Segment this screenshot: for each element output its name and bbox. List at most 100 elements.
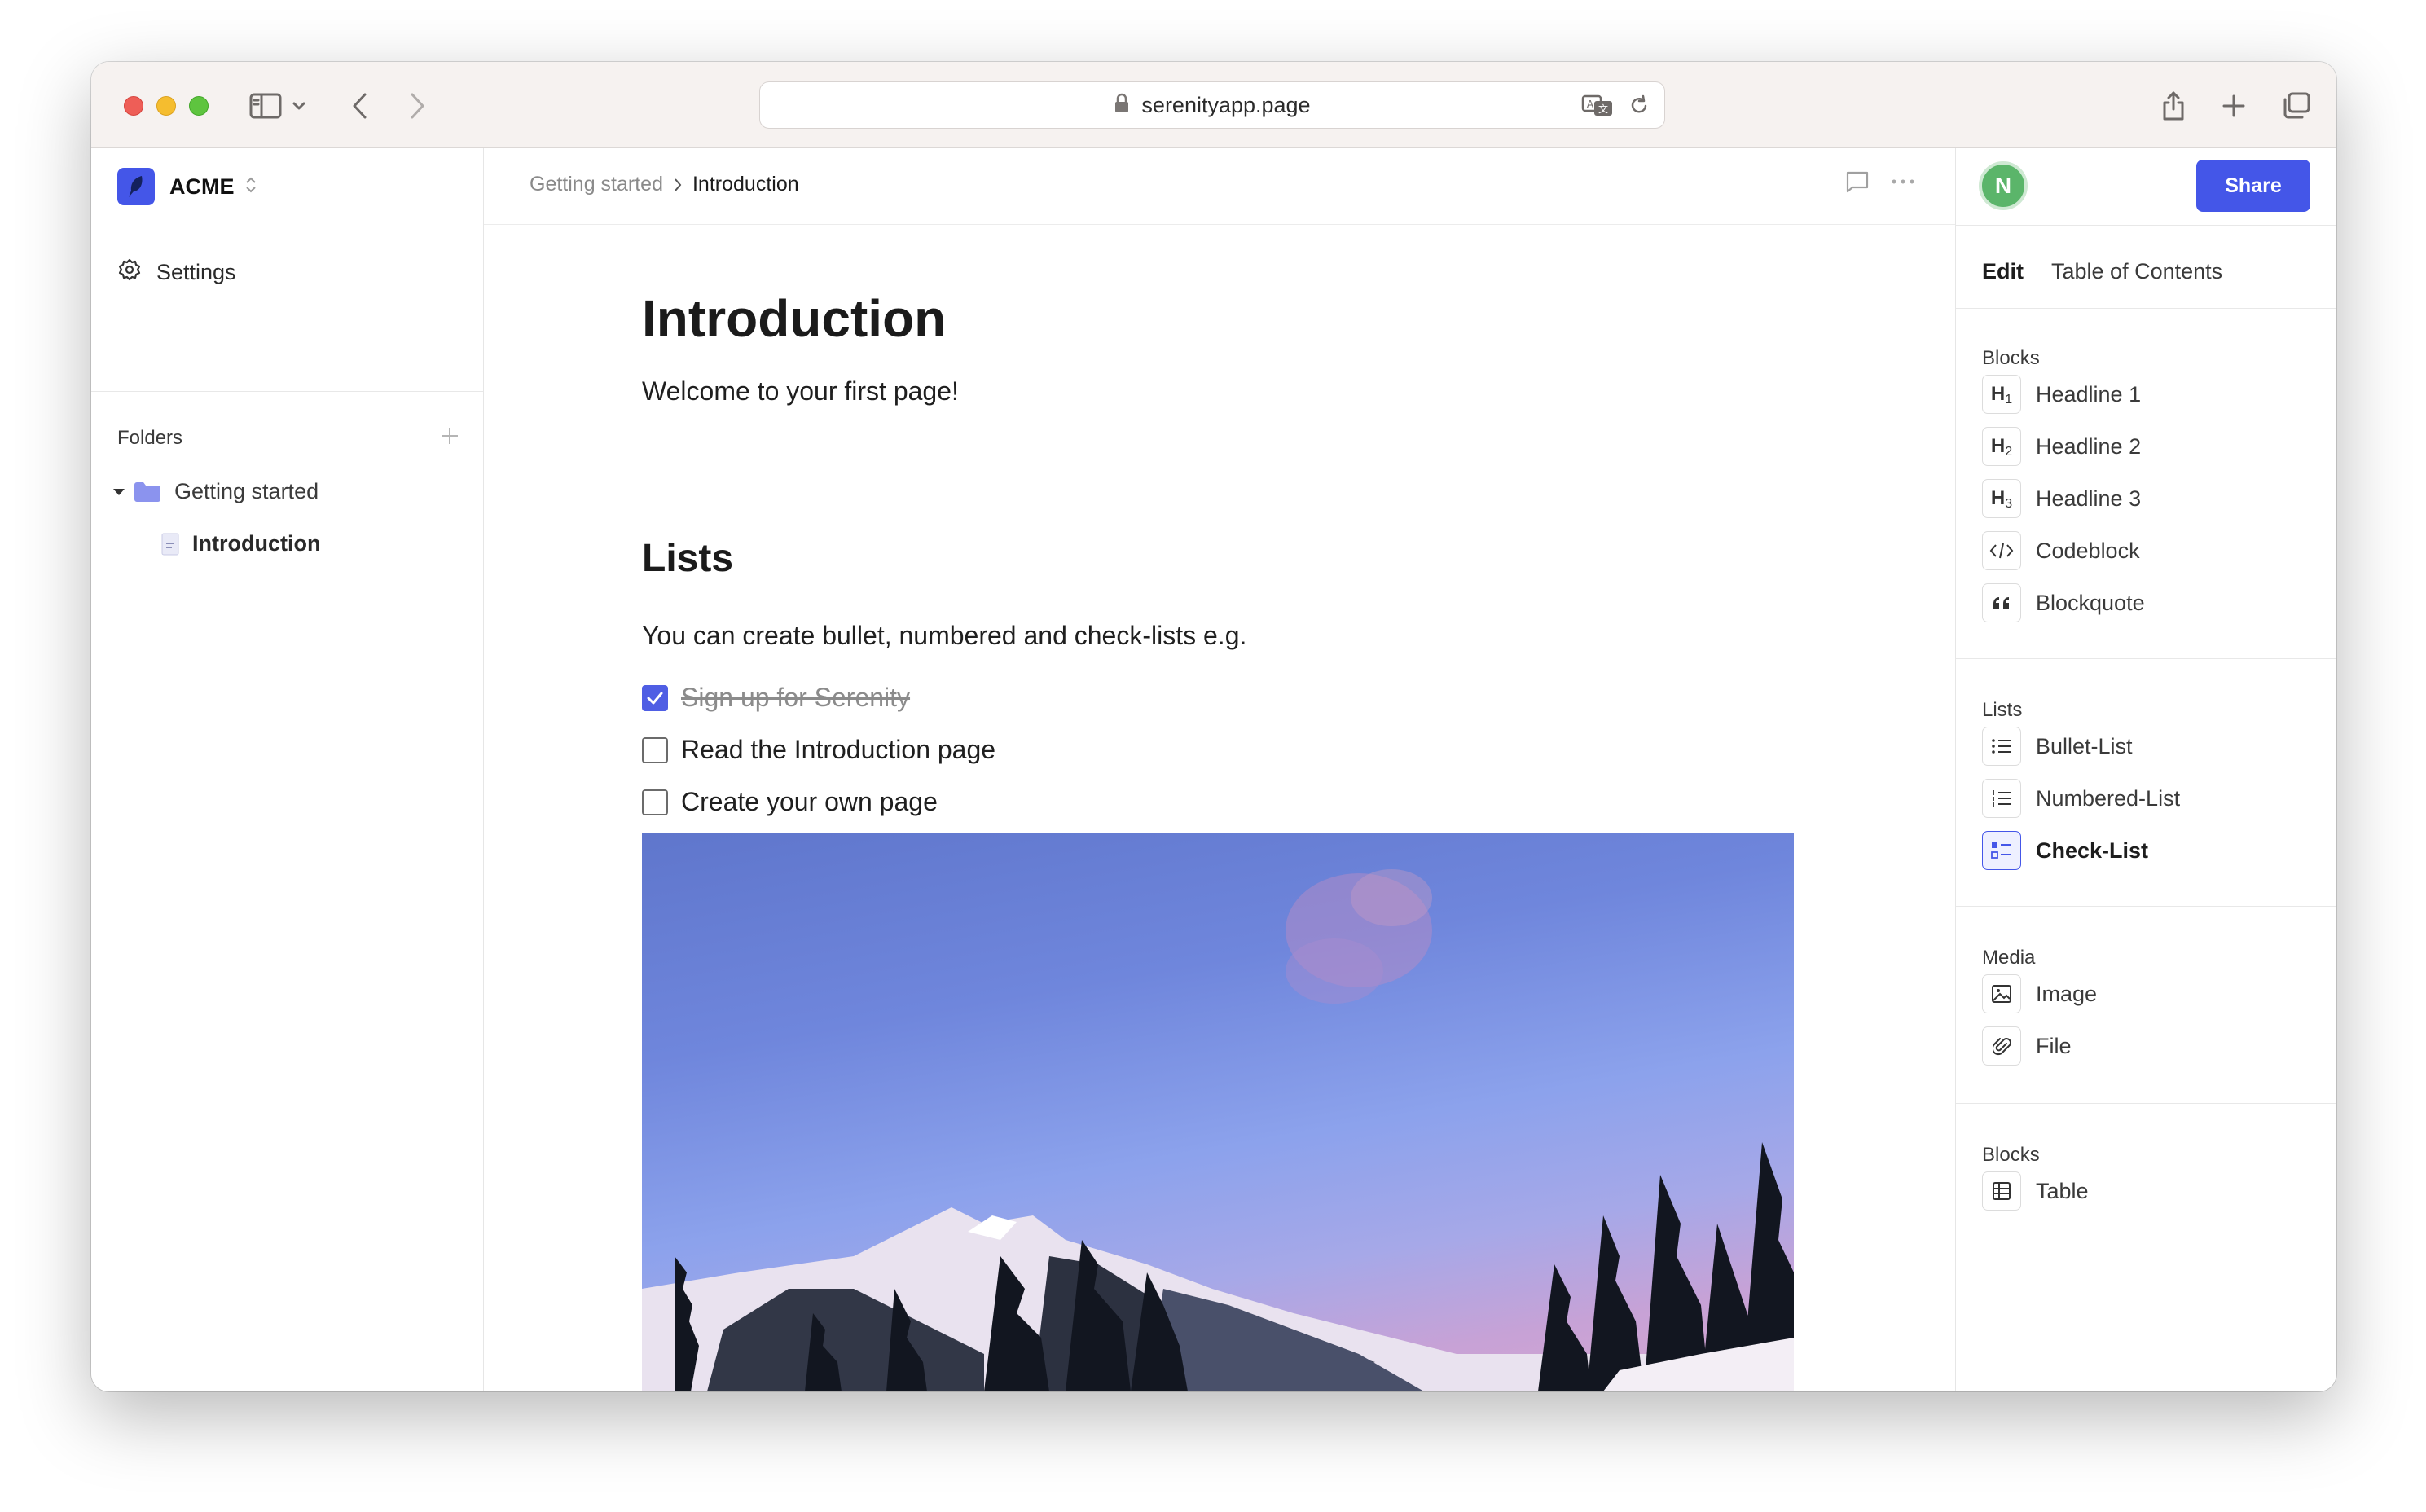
- page-label: Introduction: [192, 531, 321, 556]
- block-headline-2[interactable]: H2 Headline 2: [1982, 427, 2141, 466]
- block-headline-1[interactable]: H1 Headline 1: [1982, 375, 2141, 414]
- panel-divider: [1956, 658, 2336, 659]
- forward-arrow-icon[interactable]: [398, 86, 437, 125]
- editor-topbar: Getting started Introduction: [484, 148, 1955, 225]
- folder-icon: [134, 481, 161, 503]
- workspace-name: ACME: [169, 174, 235, 199]
- avatar[interactable]: N: [1979, 161, 2028, 210]
- block-numbered-list[interactable]: Numbered-List: [1982, 779, 2180, 818]
- breadcrumb: Getting started Introduction: [530, 173, 799, 196]
- chevron-up-down-icon: [244, 174, 257, 200]
- block-label: Numbered-List: [2036, 785, 2181, 811]
- workspace-switcher[interactable]: ACME: [117, 168, 257, 205]
- intro-paragraph[interactable]: Welcome to your first page!: [642, 376, 959, 407]
- settings-label: Settings: [156, 260, 236, 284]
- section-label-blocks-2: Blocks: [1982, 1144, 2040, 1166]
- mountain-sunset-image[interactable]: [642, 833, 1794, 1391]
- block-label: Image: [2036, 981, 2098, 1006]
- page-introduction[interactable]: Introduction: [161, 531, 320, 556]
- panel-divider: [1956, 1103, 2336, 1104]
- block-label: File: [2036, 1033, 2072, 1058]
- block-label: Codeblock: [2036, 538, 2140, 563]
- bullet-list-icon: [1982, 727, 2021, 766]
- checklist-item-text[interactable]: Read the Introduction page: [681, 735, 995, 765]
- tab-overview-icon[interactable]: [2276, 86, 2315, 125]
- block-label: Headline 2: [2036, 433, 2142, 459]
- section-paragraph[interactable]: You can create bullet, numbered and chec…: [642, 621, 1246, 651]
- block-check-list[interactable]: Check-List: [1982, 831, 2148, 870]
- new-tab-icon[interactable]: [2214, 86, 2253, 125]
- landscape-illustration: [642, 869, 1794, 1391]
- sidebar: ACME Settings Folders Getting started In…: [91, 148, 484, 1391]
- share-button[interactable]: Share: [2196, 160, 2310, 212]
- url-text: serenityapp.page: [1141, 92, 1311, 117]
- address-bar[interactable]: serenityapp.page 文A: [759, 81, 1665, 129]
- block-label: Check-List: [2036, 837, 2149, 863]
- paperclip-icon: [1982, 1026, 2021, 1066]
- block-bullet-list[interactable]: Bullet-List: [1982, 727, 2133, 766]
- panel-divider: [1956, 308, 2336, 309]
- folder-getting-started[interactable]: Getting started: [112, 479, 319, 504]
- quote-icon: [1982, 583, 2021, 622]
- checkmark-icon: [647, 692, 663, 704]
- block-file[interactable]: File: [1982, 1026, 2072, 1066]
- gear-icon: [117, 257, 142, 288]
- block-headline-3[interactable]: H3 Headline 3: [1982, 479, 2141, 518]
- panel-divider: [1956, 906, 2336, 907]
- tab-edit[interactable]: Edit: [1982, 259, 2024, 284]
- breadcrumb-current: Introduction: [692, 173, 799, 196]
- panel-divider: [1956, 225, 2336, 226]
- page-title[interactable]: Introduction: [642, 288, 946, 349]
- chevron-down-icon[interactable]: [287, 86, 311, 125]
- h2-icon: H2: [1982, 427, 2021, 466]
- checkbox-checked[interactable]: [642, 684, 668, 711]
- checkbox-unchecked[interactable]: [642, 736, 668, 763]
- svg-text:文: 文: [1598, 103, 1608, 115]
- block-label: Headline 3: [2036, 486, 2142, 511]
- folder-label: Getting started: [174, 479, 319, 503]
- folders-heading: Folders: [117, 427, 183, 449]
- comment-icon[interactable]: [1844, 169, 1870, 194]
- breadcrumb-parent[interactable]: Getting started: [530, 173, 663, 196]
- checklist-item-text[interactable]: Sign up for Serenity: [681, 683, 910, 713]
- reload-icon[interactable]: [1628, 89, 1650, 121]
- block-label: Blockquote: [2036, 590, 2145, 615]
- minimize-window-button[interactable]: [156, 96, 176, 116]
- caret-down-icon[interactable]: [112, 487, 125, 497]
- workspace-logo: [117, 168, 155, 205]
- add-folder-button[interactable]: [436, 422, 464, 450]
- close-window-button[interactable]: [124, 96, 143, 116]
- sidebar-item-settings[interactable]: Settings: [117, 257, 236, 288]
- block-label: Headline 1: [2036, 381, 2142, 407]
- checklist-item-text[interactable]: Create your own page: [681, 787, 938, 817]
- numbered-list-icon: [1982, 779, 2021, 818]
- checkbox-unchecked[interactable]: [642, 789, 668, 815]
- more-options-icon[interactable]: [1890, 178, 1916, 186]
- section-heading[interactable]: Lists: [642, 536, 733, 581]
- panel-tabs: Edit Table of Contents: [1982, 259, 2222, 284]
- block-image[interactable]: Image: [1982, 974, 2097, 1013]
- h1-icon: H1: [1982, 375, 2021, 414]
- zoom-window-button[interactable]: [189, 96, 209, 116]
- checklist-item[interactable]: Sign up for Serenity: [642, 683, 910, 713]
- checklist-item[interactable]: Create your own page: [642, 787, 938, 817]
- back-arrow-icon[interactable]: [341, 86, 380, 125]
- table-icon: [1982, 1171, 2021, 1211]
- check-list-icon: [1982, 831, 2021, 870]
- translate-icon[interactable]: 文A: [1581, 89, 1614, 121]
- block-codeblock[interactable]: Codeblock: [1982, 531, 2140, 570]
- block-table[interactable]: Table: [1982, 1171, 2089, 1211]
- svg-text:A: A: [1587, 99, 1594, 110]
- chevron-right-icon: [673, 178, 683, 192]
- browser-toolbar: serenityapp.page 文A: [91, 62, 2336, 148]
- section-label-lists: Lists: [1982, 699, 2023, 721]
- block-blockquote[interactable]: Blockquote: [1982, 583, 2145, 622]
- tab-table-of-contents[interactable]: Table of Contents: [2051, 259, 2222, 284]
- checklist-item[interactable]: Read the Introduction page: [642, 735, 995, 765]
- sidebar-toggle-icon[interactable]: [246, 86, 285, 125]
- section-label-media: Media: [1982, 947, 2036, 969]
- main-editor: Getting started Introduction Introductio…: [484, 148, 1955, 1391]
- h3-icon: H3: [1982, 479, 2021, 518]
- browser-window: serenityapp.page 文A ACME Settings Folder…: [91, 62, 2336, 1391]
- share-icon[interactable]: [2154, 86, 2193, 125]
